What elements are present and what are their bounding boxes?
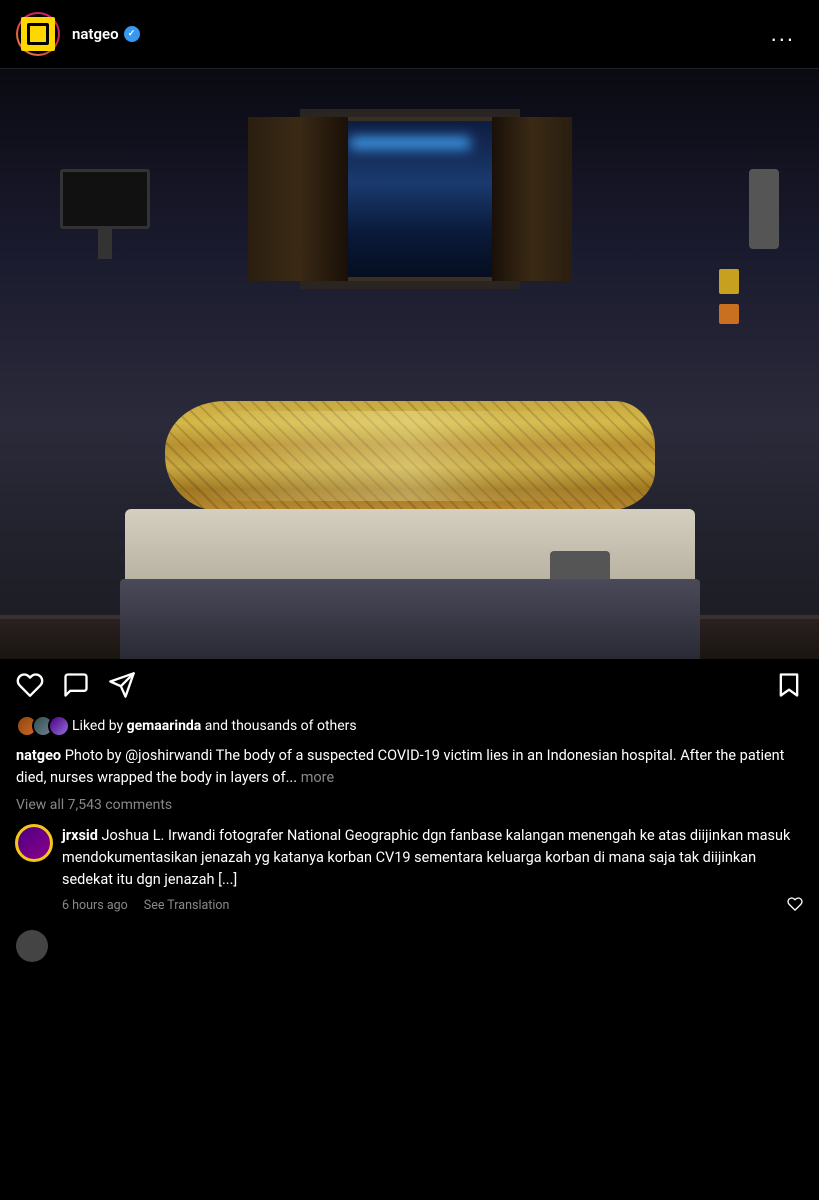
- comment-heart-icon: [787, 896, 803, 912]
- avatar-stack: [16, 715, 64, 737]
- scene: [0, 69, 819, 659]
- caption-text: Photo by @joshirwandi The body of a susp…: [16, 747, 784, 786]
- bed-frame: [120, 579, 700, 659]
- likes-suffix: and thousands of others: [201, 718, 356, 734]
- save-button[interactable]: [775, 671, 803, 699]
- username-text: natgeo: [72, 25, 119, 43]
- wall-tv: [60, 169, 150, 229]
- verified-badge: ✓: [124, 26, 140, 42]
- window: [300, 109, 520, 289]
- commenter-avatar: [18, 827, 50, 859]
- like-button[interactable]: [16, 671, 44, 699]
- avatar-inner: [18, 14, 58, 54]
- liker-avatar-3: [48, 715, 70, 737]
- actions-bar: [0, 659, 819, 711]
- action-icons: [16, 671, 775, 699]
- natgeo-logo: [21, 17, 55, 51]
- heart-icon: [16, 671, 44, 699]
- comment-row: jrxsid Joshua L. Irwandi fotografer Nati…: [0, 819, 819, 922]
- share-button[interactable]: [108, 671, 136, 699]
- see-translation-button[interactable]: See Translation: [144, 898, 230, 913]
- likes-prefix: Liked by: [72, 718, 127, 734]
- username[interactable]: natgeo ✓: [72, 25, 763, 43]
- comment-meta: 6 hours ago See Translation: [62, 896, 803, 916]
- more-link[interactable]: more: [297, 769, 334, 786]
- username-wrap: natgeo ✓: [72, 25, 763, 43]
- comment-text: jrxsid Joshua L. Irwandi fotografer Nati…: [62, 825, 803, 892]
- wall-mount-right: [749, 169, 779, 249]
- curtain-right: [492, 117, 572, 281]
- bottom-row: [0, 922, 819, 970]
- more-options-button[interactable]: ...: [763, 17, 803, 51]
- caption: natgeo Photo by @joshirwandi The body of…: [0, 743, 819, 795]
- post-image: [0, 69, 819, 659]
- bed-container: [70, 279, 750, 659]
- window-glow: [350, 137, 470, 149]
- commenter-avatar-wrap[interactable]: [16, 825, 52, 861]
- wrapped-body: [165, 401, 655, 511]
- tv-stand: [98, 229, 112, 259]
- post-header: natgeo ✓ ...: [0, 0, 819, 69]
- curtain-left: [248, 117, 348, 281]
- comment-timestamp: 6 hours ago: [62, 898, 128, 913]
- avatar-ring[interactable]: [16, 12, 60, 56]
- likes-row: Liked by gemaarinda and thousands of oth…: [0, 711, 819, 743]
- likes-text: Liked by gemaarinda and thousands of oth…: [72, 718, 357, 734]
- bookmark-icon: [775, 671, 803, 699]
- share-icon: [108, 671, 136, 699]
- bottom-avatar[interactable]: [16, 930, 48, 962]
- liker-name[interactable]: gemaarinda: [127, 718, 202, 734]
- caption-username[interactable]: natgeo: [16, 747, 61, 764]
- comment-button[interactable]: [62, 671, 90, 699]
- comment-body: Joshua L. Irwandi fotografer National Ge…: [62, 827, 790, 889]
- commenter-username[interactable]: jrxsid: [62, 827, 98, 844]
- body-shape: [165, 401, 655, 511]
- comment-icon: [62, 671, 90, 699]
- comment-like-button[interactable]: [787, 896, 803, 916]
- natgeo-logo-inner: [27, 23, 49, 45]
- view-comments-link[interactable]: View all 7,543 comments: [0, 795, 819, 819]
- comment-content: jrxsid Joshua L. Irwandi fotografer Nati…: [62, 825, 803, 916]
